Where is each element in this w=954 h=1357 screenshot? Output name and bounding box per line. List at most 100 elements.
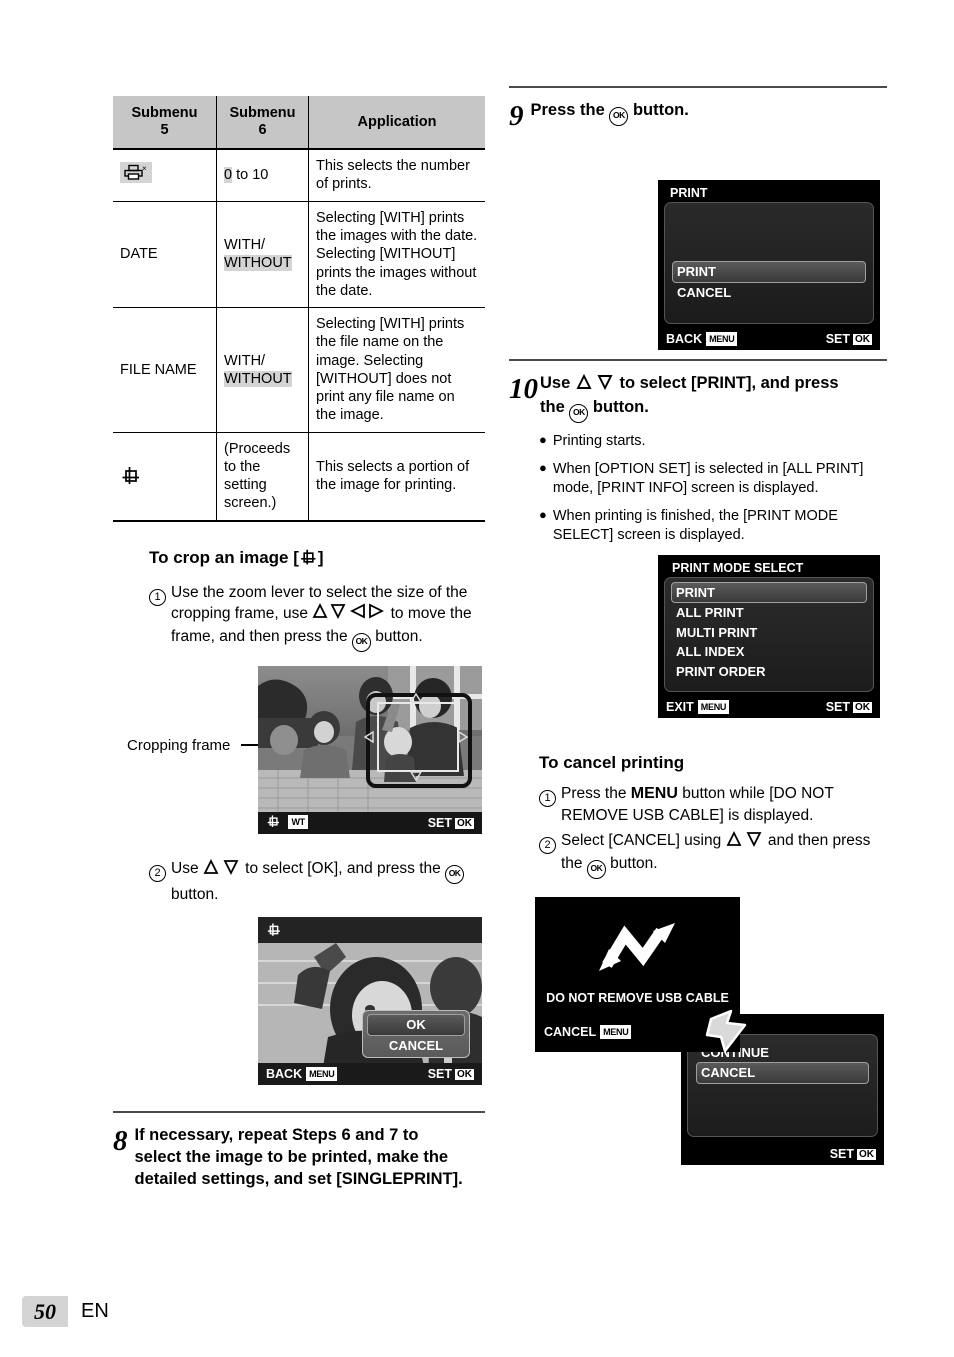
up-down-left-right-arrows-icon <box>312 603 386 626</box>
step-10: 10 Use to select [PRINT], and press the … <box>509 373 887 423</box>
lcd-title-bar <box>258 917 482 944</box>
step-marker: 2 <box>149 858 166 883</box>
header-line1: Submenu <box>131 105 198 121</box>
step-10-bullets: ● Printing starts. ● When [OPTION SET] is … <box>539 432 887 546</box>
step-text-part1: Select [CANCEL] using <box>561 831 726 849</box>
ok-badge: OK <box>455 818 474 830</box>
bullet-dot: ● <box>539 460 547 476</box>
up-down-arrows-icon <box>575 373 615 397</box>
cell-submenu5-prints: × <box>113 149 217 202</box>
header-line1: Submenu <box>229 105 296 121</box>
section-divider <box>113 1111 485 1114</box>
step-text-part2: button. <box>628 101 689 119</box>
header-line2: 5 <box>160 122 169 139</box>
ok-badge: OK <box>853 334 872 345</box>
circled-number: 2 <box>149 865 166 883</box>
step-text-part3: button. <box>370 628 423 646</box>
set-label: SET <box>825 332 850 346</box>
table-header-row: Submenu 5 Submenu 6 Application <box>113 96 485 151</box>
step-text-part1: Press the <box>561 784 631 802</box>
bullet-item: ● Printing starts. <box>539 432 887 451</box>
up-down-arrows-icon <box>726 830 764 853</box>
step-number: 10 <box>509 373 538 405</box>
menu-item-print[interactable]: PRINT <box>671 581 867 604</box>
column-header-submenu6: Submenu 6 <box>216 96 309 151</box>
menu-item-all-index[interactable]: ALL INDEX <box>671 642 867 662</box>
page-footer: 50 EN <box>22 1296 109 1328</box>
print-mode-select-figure: PRINT MODE SELECT PRINT ALL PRINT MULTI … <box>509 554 887 727</box>
bullet-item: ● When printing is finished, the [PRINT M… <box>539 507 887 545</box>
step-text-part3: button. <box>171 886 219 904</box>
lcd-footer-bar: BACK MENU SET OK <box>258 1063 482 1086</box>
footer-right-group: SET OK <box>826 700 872 714</box>
set-label: SET <box>427 816 452 831</box>
cancel-substep-2: 2 Select [CANCEL] using and then press t… <box>539 830 887 879</box>
menu-badge: MENU <box>697 699 730 714</box>
heading-text: To crop an image [ <box>149 547 299 567</box>
bullet-dot: ● <box>539 507 547 523</box>
menu-item-all-print[interactable]: ALL PRINT <box>671 603 867 623</box>
page-number: 50 <box>22 1296 68 1328</box>
value-rest: to 10 <box>232 167 269 184</box>
step-8: 8 If necessary, repeat Steps 6 and 7 to … <box>113 1125 485 1191</box>
menu-badge: MENU <box>600 1024 632 1039</box>
footer-left-group: BACK MENU <box>666 332 738 346</box>
circled-number: 1 <box>539 789 556 807</box>
left-column: Submenu 5 Submenu 6 Application × 0 to 1… <box>113 96 485 1191</box>
ok-button-icon: OK <box>586 859 606 879</box>
footer-left-group: BACK MENU <box>266 1067 338 1082</box>
cell-submenu5-filename: FILE NAME <box>113 307 217 433</box>
printer-multiply-icon: × <box>120 162 152 184</box>
step-text-part2: to select [OK], and press the <box>240 860 446 878</box>
crop-icon <box>266 922 282 943</box>
menu-item-cancel[interactable]: CANCEL <box>696 1062 869 1084</box>
cell-submenu6-range: 0 to 10 <box>216 149 309 202</box>
back-label: BACK <box>666 332 703 346</box>
crop-icon <box>120 465 209 487</box>
step-9: 9 Press the OK button. <box>509 100 887 131</box>
cancel-printing-heading: To cancel printing <box>539 752 685 772</box>
ok-button-icon: OK <box>351 633 371 653</box>
cancel-substep-1: 1 Press the MENU button while [DO NOT RE… <box>539 783 887 826</box>
value-prefix: WITH/ <box>224 352 266 369</box>
menu-item-print[interactable]: PRINT <box>672 261 866 283</box>
step-number: 9 <box>509 100 524 132</box>
lcd-crop-frame-screen: WT SET OK <box>258 666 482 835</box>
ok-badge: OK <box>455 1069 474 1081</box>
footer-right-group: SET OK <box>428 1067 474 1081</box>
crop-icon <box>266 814 281 832</box>
column-header-submenu5: Submenu 5 <box>113 96 217 151</box>
step-marker: 1 <box>539 783 556 807</box>
up-down-arrows-icon <box>203 859 241 881</box>
usb-cancel-group: CANCEL MENU <box>544 1024 632 1039</box>
step-text: Press the OK button. <box>531 100 689 126</box>
menu-badge: MENU <box>306 1067 338 1082</box>
language-code: EN <box>81 1300 109 1323</box>
exit-label: EXIT <box>666 699 694 714</box>
menu-item-multi-print[interactable]: MULTI PRINT <box>671 623 867 643</box>
menu-item-cancel[interactable]: CANCEL <box>672 283 866 303</box>
menu-panel: PRINT ALL PRINT MULTI PRINT ALL INDEX PR… <box>664 576 874 692</box>
menu-badge: MENU <box>706 332 738 346</box>
confirm-panel: OK CANCEL <box>362 1010 470 1059</box>
lcd-title: PRINT <box>670 186 708 200</box>
set-label: SET <box>825 699 850 714</box>
menu-item-print-order[interactable]: PRINT ORDER <box>671 662 867 682</box>
table-row: DATE WITH/WITHOUT Selecting [WITH] print… <box>113 201 485 309</box>
set-label: SET <box>829 1146 854 1161</box>
lcd-print-screen: PRINT PRINT CANCEL BACK MENU SET OK <box>658 180 880 350</box>
lcd-print-mode-select-screen: PRINT MODE SELECT PRINT ALL PRINT MULTI … <box>658 554 880 718</box>
circled-number: 2 <box>539 836 556 854</box>
menu-item-ok[interactable]: OK <box>367 1014 465 1036</box>
cell-application: This selects the number of prints. <box>308 149 485 202</box>
cell-application: This selects a portion of the image for … <box>308 432 485 522</box>
heading-suffix: ] <box>317 547 324 567</box>
menu-item-cancel[interactable]: CANCEL <box>367 1036 465 1056</box>
table-row: (Proceeds to the setting screen.) This s… <box>113 432 485 522</box>
set-label: SET <box>427 1067 452 1082</box>
footer-left-group: WT <box>266 814 308 832</box>
usb-transfer-arrows-icon <box>535 917 740 979</box>
crop-substep-2: 2 Use to select [OK], and press the OK b… <box>149 858 475 905</box>
value-highlight: WITHOUT <box>224 255 292 272</box>
ok-button-icon: OK <box>445 865 465 885</box>
